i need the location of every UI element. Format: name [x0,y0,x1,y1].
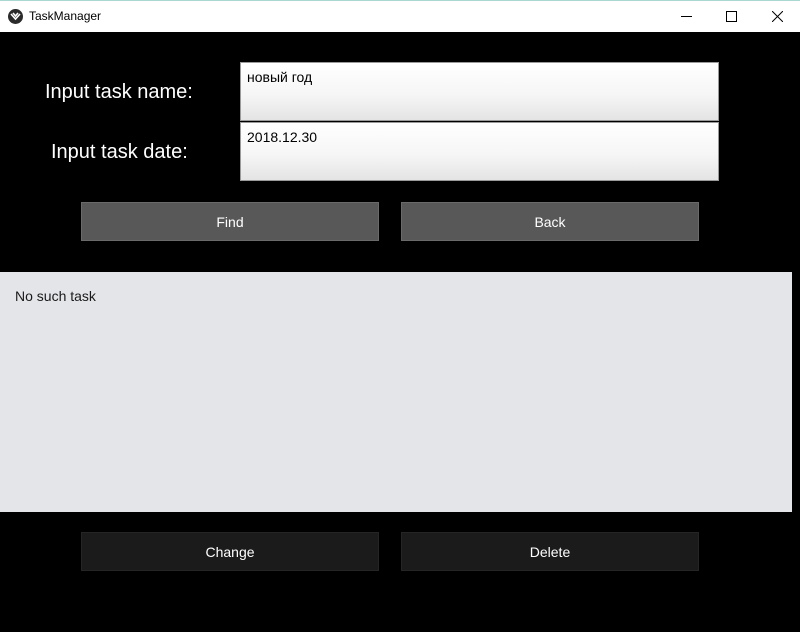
task-date-input[interactable]: 2018.12.30 [240,122,719,181]
app-window: TaskManager Input task name: новый год I… [0,0,800,632]
task-name-label: Input task name: [45,81,193,103]
change-button[interactable]: Change [81,532,379,571]
minimize-button[interactable] [663,1,709,32]
app-logo-icon [8,9,23,24]
maximize-icon [725,11,737,22]
maximize-button[interactable] [708,1,754,32]
task-date-label: Input task date: [51,141,188,163]
window-title: TaskManager [29,9,102,23]
delete-button[interactable]: Delete [401,532,699,571]
close-button[interactable] [754,1,800,32]
task-name-input[interactable]: новый год [240,62,719,121]
result-message: No such task [15,288,96,304]
close-icon [771,11,783,22]
result-panel: No such task [0,272,792,512]
minimize-icon [680,16,692,17]
find-button[interactable]: Find [81,202,379,241]
title-bar[interactable]: TaskManager [0,0,800,32]
back-button[interactable]: Back [401,202,699,241]
